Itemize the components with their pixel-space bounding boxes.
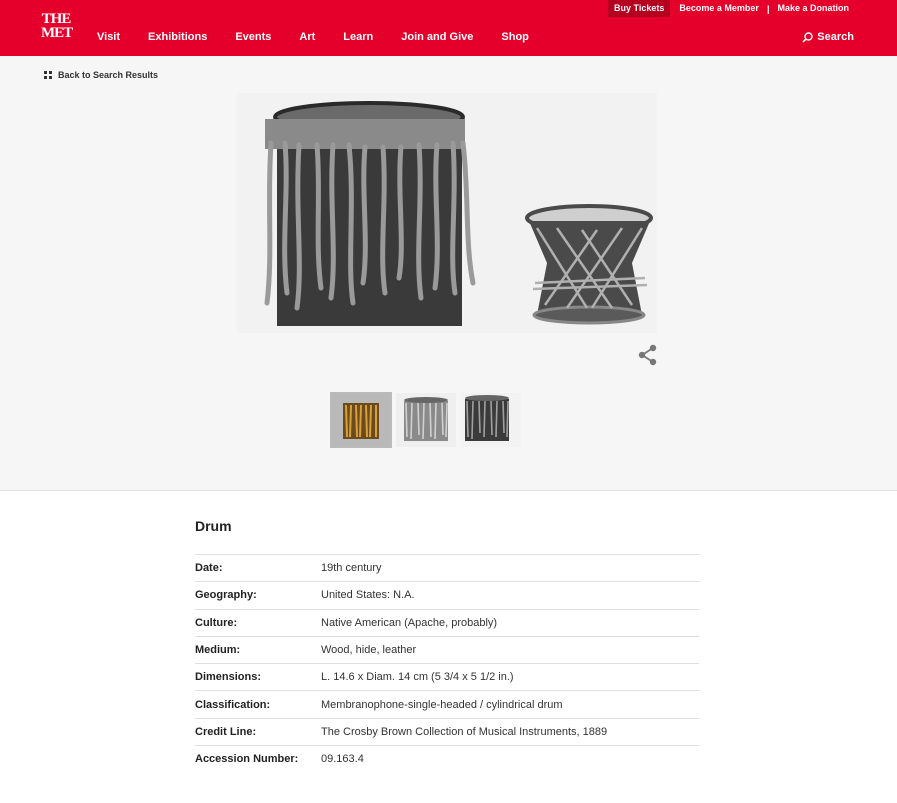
share-button[interactable] [637,344,659,366]
detail-label: Classification: [195,698,271,711]
detail-row-medium: Medium: Wood, hide, leather [195,635,699,663]
make-donation-link[interactable]: Make a Donation [772,0,854,17]
detail-row-date: Date: 19th century [195,554,699,581]
image-stage: Back to Search Results [0,56,897,491]
buy-tickets-link[interactable]: Buy Tickets [608,0,671,17]
detail-value: 19th century [321,562,382,575]
share-icon [638,344,657,366]
detail-row-geography: Geography: United States: N.A. [195,581,699,608]
logo-line-2: MET [41,25,73,41]
utility-separator: | [766,3,770,14]
main-nav: Visit Exhibitions Events Art Learn Join … [97,31,557,43]
met-logo[interactable]: THE MET [41,11,73,44]
back-link-label: Back to Search Results [58,70,159,80]
main-object-image[interactable] [237,93,657,333]
detail-row-dimensions: Dimensions: L. 14.6 x Diam. 14 cm (5 3/4… [195,663,699,690]
object-details: Drum Date: 19th century Geography: Unite… [195,518,699,772]
detail-row-classification: Classification: Membranophone-single-hea… [195,690,699,717]
detail-row-accession-number: Accession Number: 09.163.4 [195,745,699,772]
detail-value: 09.163.4 [321,753,364,766]
nav-learn[interactable]: Learn [343,31,373,43]
thumbnail-strip [330,392,526,448]
search-icon [802,31,813,43]
nav-events[interactable]: Events [235,31,271,43]
detail-label: Accession Number: [195,753,299,766]
nav-art[interactable]: Art [299,31,315,43]
detail-value: L. 14.6 x Diam. 14 cm (5 3/4 x 5 1/2 in.… [321,671,514,684]
grid-icon [44,71,52,79]
search-label: Search [817,31,854,43]
detail-value: United States: N.A. [321,589,415,602]
detail-value: The Crosby Brown Collection of Musical I… [321,725,608,738]
site-header: THE MET Buy Tickets Become a Member | Ma… [0,0,897,56]
search-button[interactable]: Search [802,31,854,43]
nav-join-and-give[interactable]: Join and Give [401,31,473,43]
detail-row-credit-line: Credit Line: The Crosby Brown Collection… [195,717,699,745]
nav-visit[interactable]: Visit [97,31,120,43]
logo-line-1: THE [41,11,72,27]
utility-nav: Buy Tickets Become a Member | Make a Don… [608,0,854,17]
detail-label: Date: [195,562,223,575]
become-member-link[interactable]: Become a Member [674,0,764,17]
nav-shop[interactable]: Shop [501,31,529,43]
detail-value: Native American (Apache, probably) [321,616,498,629]
detail-label: Culture: [195,616,238,629]
thumbnail-3[interactable] [461,393,521,447]
thumbnail-2[interactable] [396,393,456,447]
object-title: Drum [195,518,232,534]
back-to-search-link[interactable]: Back to Search Results [44,70,158,80]
detail-label: Geography: [195,589,257,602]
detail-value: Membranophone-single-headed / cylindrica… [321,698,563,711]
nav-exhibitions[interactable]: Exhibitions [148,31,207,43]
detail-value: Wood, hide, leather [321,644,417,657]
detail-row-culture: Culture: Native American (Apache, probab… [195,608,699,636]
detail-label: Medium: [195,644,241,657]
detail-label: Credit Line: [195,725,257,738]
thumbnail-1[interactable] [330,392,392,448]
detail-label: Dimensions: [195,671,262,684]
